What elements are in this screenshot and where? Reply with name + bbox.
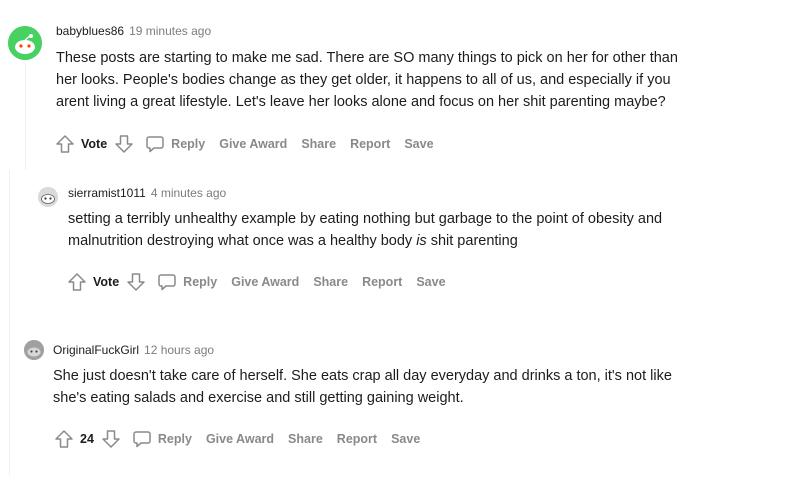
thread-line[interactable]	[9, 170, 10, 310]
avatar[interactable]	[24, 340, 44, 360]
snoo-avatar-icon	[24, 340, 44, 360]
comment-actions: Vote Reply Give Award Share Report Save	[54, 133, 448, 155]
comment-text: shit parenting	[430, 233, 518, 249]
snoo-avatar-icon	[8, 26, 42, 60]
thread-line[interactable]	[9, 310, 10, 475]
comment-body: setting a terribly unhealthy example by …	[68, 208, 662, 252]
comment-line: These posts are starting to make me sad.…	[56, 50, 678, 66]
username[interactable]: babyblues86	[56, 24, 124, 38]
comment-body: She just doesn't take care of herself. S…	[53, 365, 672, 409]
reply-label: Reply	[171, 137, 206, 151]
vote-count: 24	[80, 432, 94, 446]
comment-line: arent living a great lifestyle. Let's le…	[56, 94, 666, 110]
share-button[interactable]: Share	[313, 275, 348, 289]
give-award-button[interactable]: Give Award	[206, 432, 274, 446]
upvote-icon[interactable]	[53, 428, 75, 450]
thread-line[interactable]	[25, 64, 26, 170]
username[interactable]: sierramist1011	[68, 186, 146, 200]
speech-bubble-icon	[158, 274, 176, 291]
downvote-icon[interactable]	[100, 428, 122, 450]
report-button[interactable]: Report	[350, 137, 390, 151]
vote-count: Vote	[81, 137, 108, 151]
timestamp[interactable]: 12 hours ago	[144, 343, 214, 357]
share-button[interactable]: Share	[288, 432, 323, 446]
reply-label: Reply	[157, 432, 192, 446]
comment-text: malnutrition destroying what once was a …	[68, 233, 413, 249]
snoo-avatar-icon	[38, 187, 58, 207]
reply-button[interactable]: Reply	[145, 134, 205, 154]
share-button[interactable]: Share	[301, 137, 336, 151]
save-button[interactable]: Save	[416, 275, 445, 289]
comment-line: She just doesn't take care of herself. S…	[53, 368, 672, 384]
vote-count: Vote	[93, 275, 120, 289]
timestamp[interactable]: 19 minutes ago	[129, 24, 211, 38]
speech-bubble-icon	[146, 136, 164, 153]
username[interactable]: OriginalFuckGirl	[53, 343, 139, 357]
comment-line: she's eating salads and exercise and sti…	[53, 390, 464, 406]
comment-actions: Vote Reply Give Award Share Report Save	[66, 271, 460, 293]
comment-body: These posts are starting to make me sad.…	[56, 47, 678, 113]
reply-button[interactable]: Reply	[132, 429, 192, 449]
give-award-button[interactable]: Give Award	[219, 137, 287, 151]
upvote-icon[interactable]	[54, 133, 76, 155]
report-button[interactable]: Report	[362, 275, 402, 289]
upvote-icon[interactable]	[66, 271, 88, 293]
comment-line: malnutrition destroying what once was a …	[68, 230, 662, 252]
save-button[interactable]: Save	[404, 137, 433, 151]
give-award-button[interactable]: Give Award	[231, 275, 299, 289]
report-button[interactable]: Report	[337, 432, 377, 446]
downvote-icon[interactable]	[125, 271, 147, 293]
reply-label: Reply	[183, 275, 218, 289]
timestamp[interactable]: 4 minutes ago	[151, 186, 226, 200]
avatar[interactable]	[38, 187, 58, 207]
emphasis-text: is	[416, 233, 427, 249]
comment-line: her looks. People's bodies change as the…	[56, 72, 671, 88]
comment-actions: 24 Reply Give Award Share Report Save	[53, 428, 434, 450]
comment-line: setting a terribly unhealthy example by …	[68, 211, 663, 227]
save-button[interactable]: Save	[391, 432, 420, 446]
speech-bubble-icon	[133, 431, 151, 448]
avatar[interactable]	[8, 26, 42, 60]
reply-button[interactable]: Reply	[157, 272, 217, 292]
downvote-icon[interactable]	[113, 133, 135, 155]
